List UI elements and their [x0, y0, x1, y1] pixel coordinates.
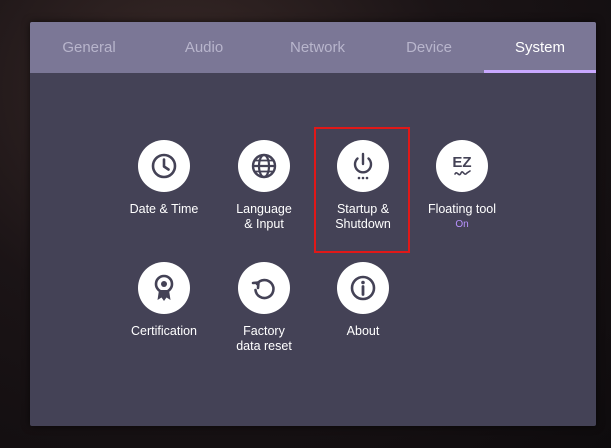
clock-icon [138, 140, 190, 192]
info-icon [337, 262, 389, 314]
tab-system[interactable]: System [484, 22, 596, 73]
ez-pen-icon: EZ [436, 140, 488, 192]
certification-label: Certification [131, 324, 197, 338]
about-item[interactable]: About [313, 262, 413, 339]
factory-reset-label: Factory data reset [236, 324, 292, 353]
svg-text:EZ: EZ [452, 154, 471, 171]
tab-audio[interactable]: Audio [148, 22, 260, 73]
tab-network[interactable]: Network [260, 22, 375, 73]
about-label: About [346, 324, 380, 338]
tab-device[interactable]: Device [375, 22, 483, 73]
startup-shutdown-item[interactable]: Startup & Shutdown [313, 140, 413, 232]
award-ribbon-icon [138, 262, 190, 314]
power-icon [337, 140, 389, 192]
language-input-label: Language & Input [236, 202, 292, 231]
reset-arrow-icon [238, 262, 290, 314]
startup-shutdown-label: Startup & Shutdown [335, 202, 391, 231]
tab-general[interactable]: General [30, 22, 148, 73]
globe-icon [238, 140, 290, 192]
factory-reset-item[interactable]: Factory data reset [214, 262, 314, 354]
date-time-label: Date & Time [129, 202, 199, 216]
system-settings-panel: General Audio Network Device System Date… [30, 22, 596, 426]
active-tab-indicator [484, 70, 596, 73]
floating-tool-item[interactable]: EZ Floating tool On [412, 140, 512, 231]
date-time-item[interactable]: Date & Time [114, 140, 214, 217]
language-input-item[interactable]: Language & Input [214, 140, 314, 232]
tab-bar: General Audio Network Device System [30, 22, 596, 73]
certification-item[interactable]: Certification [114, 262, 214, 339]
floating-tool-status: On [455, 219, 469, 230]
floating-tool-label: Floating tool [427, 202, 497, 216]
